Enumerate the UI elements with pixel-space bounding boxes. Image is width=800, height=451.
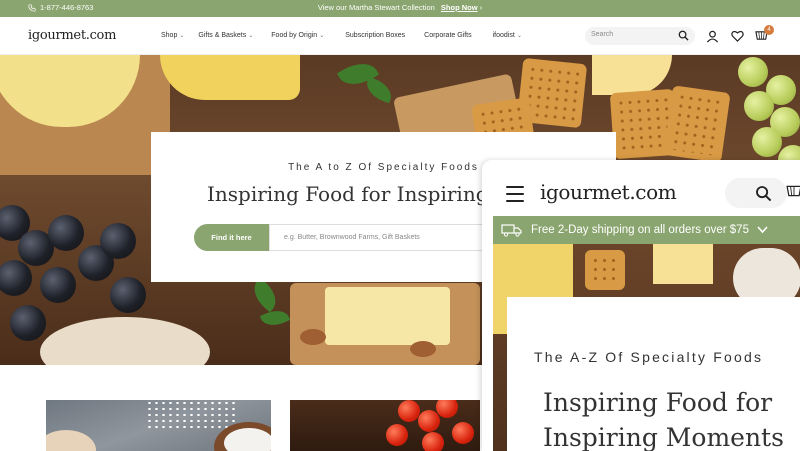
- site-logo[interactable]: igourmet.com: [28, 28, 116, 43]
- chevron-down-icon: ⌄: [516, 33, 522, 39]
- search-field[interactable]: Search: [585, 27, 695, 45]
- herb-image: [362, 76, 396, 104]
- chevron-right-icon: ›: [479, 3, 483, 12]
- nav-item-label: ifoodist: [492, 32, 515, 39]
- cheese-wedge-image: [160, 55, 300, 100]
- nav-item-label: Subscription Boxes: [345, 32, 406, 39]
- nav-menu: Shop ⌄ Gifts & Baskets ⌄ Food by Origin ⌄ S…: [161, 32, 522, 39]
- product-thumbnail-salt[interactable]: [46, 400, 271, 451]
- heart-icon[interactable]: [731, 30, 744, 42]
- nav-item-label: Corporate Gifts: [424, 32, 472, 39]
- almond-image: [410, 341, 436, 357]
- nav-item-subscription-boxes[interactable]: Subscription Boxes: [345, 32, 405, 39]
- green-grape: [738, 57, 768, 87]
- mobile-search-button[interactable]: [725, 178, 787, 208]
- nav-item-shop[interactable]: Shop ⌄: [161, 32, 184, 39]
- shop-now-link[interactable]: Shop Now: [441, 3, 478, 12]
- promo-text: View our Martha Stewart Collection: [317, 3, 435, 12]
- tomato-image: [452, 422, 474, 444]
- mobile-preview: igourmet.com Free 2-Day shipping on all …: [482, 160, 800, 451]
- food-image: [46, 430, 96, 451]
- dark-grape: [40, 267, 76, 303]
- tomato-image: [386, 424, 408, 446]
- salt-bowl-image: [224, 428, 271, 451]
- search-placeholder: Search: [591, 31, 614, 38]
- almond-image: [300, 329, 326, 345]
- cart-count-badge: 4: [764, 25, 774, 35]
- chevron-down-icon: ⌄: [179, 33, 185, 39]
- dark-grape: [110, 277, 146, 313]
- truck-icon: [501, 224, 522, 237]
- nav-item-gifts-baskets[interactable]: Gifts & Baskets ⌄: [198, 32, 253, 39]
- green-grape: [752, 127, 782, 157]
- mobile-hero-card: The A-Z Of Specialty Foods Inspiring Foo…: [507, 297, 800, 451]
- herb-image: [259, 305, 291, 331]
- green-grape: [744, 91, 774, 121]
- account-icon[interactable]: [706, 30, 719, 43]
- nav-item-corporate-gifts[interactable]: Corporate Gifts: [424, 32, 471, 39]
- cracker-image: [585, 250, 625, 290]
- cheese-block-image: [325, 287, 450, 345]
- search-icon: [756, 186, 772, 202]
- cart-button[interactable]: 4: [755, 25, 774, 47]
- promo-message: View our Martha Stewart Collection Shop …: [0, 3, 800, 12]
- mobile-shipping-banner[interactable]: Free 2-Day shipping on all orders over $…: [493, 216, 800, 244]
- cracker-image: [663, 85, 731, 163]
- tomato-image: [436, 400, 458, 418]
- dark-grape: [0, 260, 32, 296]
- main-nav: igourmet.com Shop ⌄ Gifts & Baskets ⌄ Food…: [0, 17, 800, 55]
- tomato-image: [422, 432, 444, 451]
- chevron-down-icon: ⌄: [319, 33, 325, 39]
- dark-grape: [48, 215, 84, 251]
- tomato-image: [418, 410, 440, 432]
- cart-icon[interactable]: [786, 182, 800, 200]
- hamburger-menu-icon[interactable]: [506, 186, 524, 207]
- cheese-image: [653, 244, 713, 284]
- mobile-header: igourmet.com: [482, 160, 800, 216]
- top-promo-bar: 1-877-446-8763 View our Martha Stewart C…: [0, 0, 800, 17]
- nav-item-ifoodist[interactable]: ifoodist ⌄: [493, 32, 522, 39]
- chevron-down-icon: [757, 226, 768, 234]
- mobile-hero-headline: Inspiring Food for Inspiring Moments: [543, 388, 784, 451]
- nav-item-label: Shop: [161, 32, 178, 39]
- find-it-here-button[interactable]: Find it here: [194, 224, 269, 251]
- tomato-image: [398, 400, 420, 422]
- mobile-hero-kicker: The A-Z Of Specialty Foods: [534, 349, 764, 365]
- nav-item-label: Gifts & Baskets: [198, 32, 247, 39]
- product-thumbnail-tomatoes[interactable]: [290, 400, 480, 451]
- hero-search-input[interactable]: e.g. Butter, Brownwood Farms, Gift Baske…: [269, 224, 483, 251]
- nav-item-label: Food by Origin: [271, 32, 318, 39]
- herb-image: [247, 277, 283, 313]
- chevron-down-icon: ⌄: [248, 33, 254, 39]
- nav-item-food-by-origin[interactable]: Food by Origin ⌄: [271, 32, 324, 39]
- dark-grape: [10, 305, 46, 341]
- shipping-text: Free 2-Day shipping on all orders over $…: [531, 224, 749, 236]
- salt-crystals-image: [146, 400, 236, 430]
- plate-image: [40, 317, 210, 365]
- mobile-logo[interactable]: igourmet.com: [540, 180, 677, 204]
- search-icon[interactable]: [678, 30, 689, 41]
- dark-grape: [100, 223, 136, 259]
